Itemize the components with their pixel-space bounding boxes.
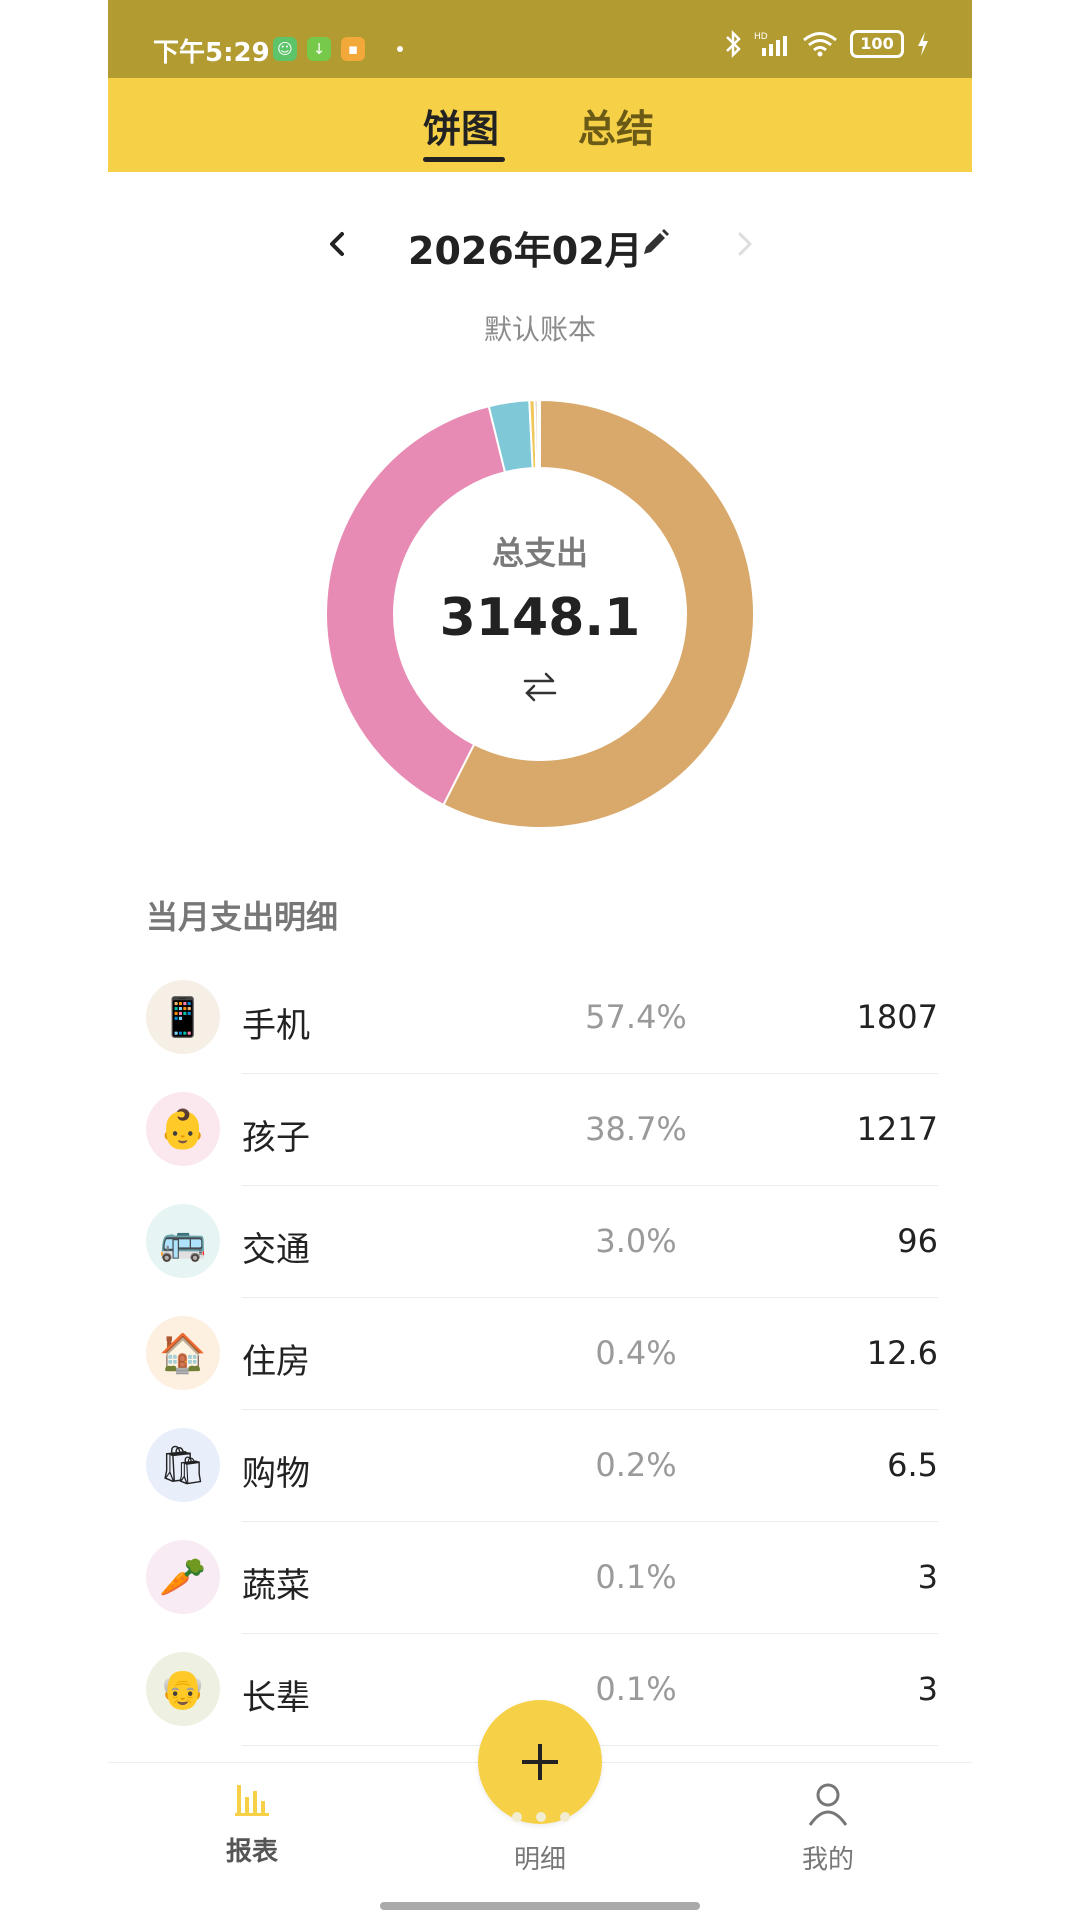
category-amount: 12.6	[866, 1334, 938, 1372]
page-dot	[512, 1812, 522, 1822]
category-percent: 0.2%	[595, 1446, 677, 1484]
phone-icon: 📱	[146, 980, 220, 1054]
battery-icon: 100	[850, 30, 904, 58]
category-percent: 0.4%	[595, 1334, 677, 1372]
category-amount: 3	[917, 1670, 938, 1708]
category-name: 购物	[242, 1454, 310, 1494]
page-dot	[560, 1812, 570, 1822]
category-amount: 1217	[856, 1110, 938, 1148]
chevron-right-icon[interactable]	[726, 226, 762, 262]
category-amount: 6.5	[887, 1446, 938, 1484]
elder-icon: 👴	[146, 1652, 220, 1726]
robot-app-icon: ☺	[273, 37, 297, 61]
notification-icons: ☺ ↓ ▪	[273, 37, 403, 61]
category-percent: 0.1%	[595, 1558, 677, 1596]
hd-label: HD	[754, 32, 768, 42]
tab-pie-chart[interactable]: 饼图	[423, 98, 499, 153]
category-percent: 0.1%	[595, 1670, 677, 1708]
house-icon: 🏠	[146, 1316, 220, 1390]
bus-icon: 🚌	[146, 1204, 220, 1278]
status-bar: 下午5:29 ☺ ↓ ▪ HD 100	[108, 0, 972, 78]
nav-mine-label: 我的	[801, 1845, 854, 1875]
bluetooth-icon	[726, 30, 741, 58]
section-title: 当月支出明细	[146, 898, 339, 936]
nav-detail-label: 明细	[513, 1845, 566, 1875]
list-item[interactable]: 🚌 交通 3.0% 96	[146, 1186, 938, 1298]
system-icons: HD 100	[724, 30, 930, 58]
signal-icon: HD	[754, 32, 787, 56]
message-app-icon: ▪	[341, 37, 365, 61]
page-dot	[536, 1812, 546, 1822]
category-percent: 57.4%	[585, 998, 687, 1036]
carrot-icon: 🥕	[146, 1540, 220, 1614]
nav-report[interactable]: 报表	[192, 1779, 312, 1868]
category-name: 手机	[242, 1006, 310, 1046]
charging-icon	[918, 32, 928, 56]
category-name: 蔬菜	[242, 1566, 310, 1606]
home-indicator[interactable]	[380, 1902, 700, 1910]
expense-list: 📱 手机 57.4% 1807 👶 孩子 38.7% 1217 🚌 交通 3.0% 96 🏠 住房 0.4%…	[146, 962, 938, 1746]
baby-icon: 👶	[146, 1092, 220, 1166]
nav-detail[interactable]: 明细	[480, 1831, 600, 1876]
list-item[interactable]: 📱 手机 57.4% 1807	[146, 962, 938, 1074]
category-amount: 3	[917, 1558, 938, 1596]
wifi-icon	[803, 32, 837, 57]
chevron-left-icon[interactable]	[320, 226, 356, 262]
top-tab-bar: 饼图 总结	[108, 78, 972, 172]
pencil-icon[interactable]	[638, 226, 672, 260]
category-name: 孩子	[242, 1118, 310, 1158]
list-item[interactable]: 🛍 购物 0.2% 6.5	[146, 1410, 938, 1522]
donut-slice-长辈[interactable]	[537, 400, 541, 470]
category-percent: 3.0%	[595, 1222, 677, 1260]
category-name: 长辈	[242, 1678, 310, 1718]
download-app-icon: ↓	[307, 37, 331, 61]
nav-mine[interactable]: 我的	[768, 1779, 888, 1876]
shopping-bag-icon: 🛍	[146, 1428, 220, 1502]
plus-icon-vertical	[538, 1744, 542, 1780]
category-percent: 38.7%	[585, 1110, 687, 1148]
add-record-button[interactable]	[478, 1700, 602, 1824]
donut-total: 3148.1	[439, 588, 641, 648]
status-time: 下午5:29	[153, 38, 270, 68]
person-icon	[808, 1783, 848, 1826]
category-name: 交通	[242, 1230, 310, 1270]
list-item[interactable]: 🏠 住房 0.4% 12.6	[146, 1298, 938, 1410]
ledger-name[interactable]: 默认账本	[108, 308, 972, 348]
category-name: 住房	[242, 1342, 310, 1382]
bar-chart-icon	[235, 1785, 269, 1816]
active-tab-indicator	[423, 157, 505, 162]
list-item[interactable]: 👶 孩子 38.7% 1217	[146, 1074, 938, 1186]
month-label[interactable]: 2026年02月	[408, 220, 643, 275]
nav-report-label: 报表	[225, 1837, 278, 1867]
category-amount: 96	[897, 1222, 938, 1260]
list-item[interactable]: 🥕 蔬菜 0.1% 3	[146, 1522, 938, 1634]
swap-arrows-icon[interactable]	[521, 668, 559, 706]
category-amount: 1807	[856, 998, 938, 1036]
more-notifications-dot	[397, 46, 403, 52]
page-indicator	[512, 1812, 570, 1822]
tab-summary[interactable]: 总结	[578, 98, 654, 153]
month-navigator: 2026年02月	[108, 212, 972, 276]
donut-title: 总支出	[491, 534, 588, 572]
